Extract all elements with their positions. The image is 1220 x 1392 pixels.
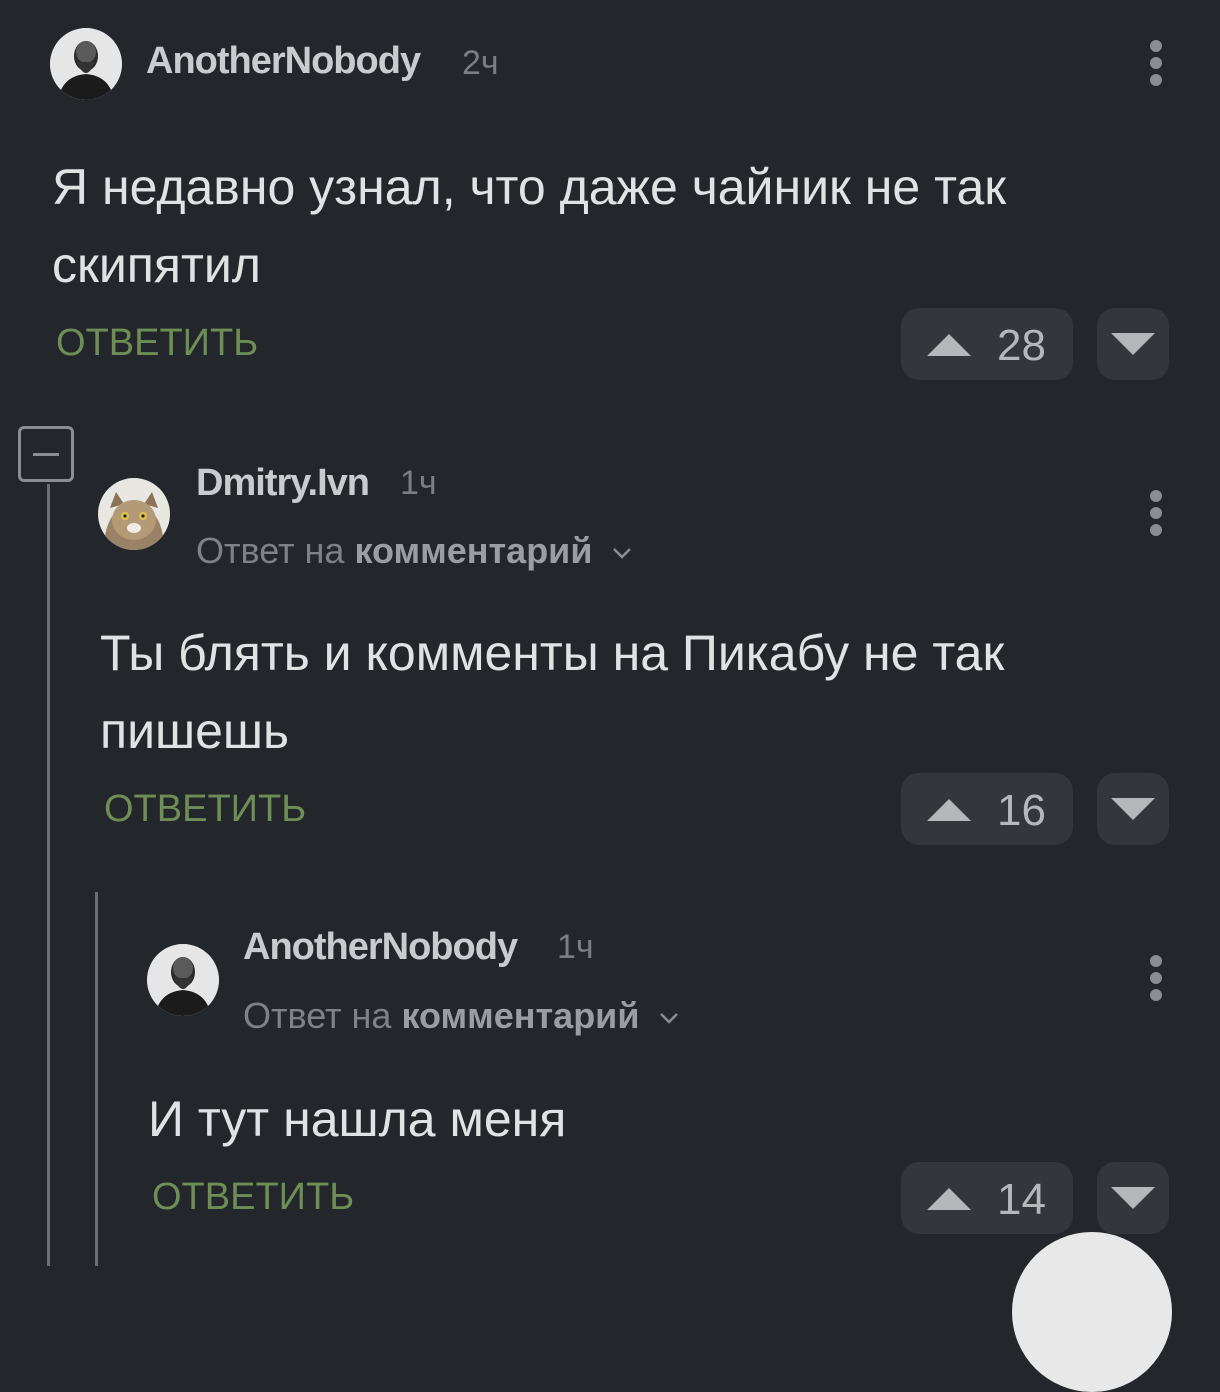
comment-text: Ты блять и комменты на Пикабу не так пиш… — [100, 625, 1005, 759]
triangle-up-icon — [927, 1188, 971, 1210]
reply-button[interactable]: ОТВЕТИТЬ — [56, 322, 258, 365]
bald-man-avatar-icon — [147, 944, 219, 1016]
reply-to-comment-link[interactable]: комментарий — [401, 995, 639, 1036]
floating-action-button[interactable] — [1012, 1232, 1172, 1392]
upvote-button[interactable]: 28 — [901, 308, 1073, 380]
triangle-up-icon — [927, 334, 971, 356]
comment-time: 1ч — [557, 928, 594, 966]
reply-to-prefix: Ответ на — [196, 530, 345, 571]
chevron-down-icon — [613, 548, 632, 560]
reply-to-prefix: Ответ на — [243, 995, 392, 1036]
comment-time: 1ч — [400, 464, 437, 502]
vote-count: 14 — [997, 1175, 1046, 1224]
triangle-down-icon — [1111, 798, 1155, 820]
minus-icon — [33, 453, 59, 456]
cat-avatar-icon — [98, 478, 170, 550]
triangle-down-icon — [1111, 1187, 1155, 1209]
reply-button[interactable]: ОТВЕТИТЬ — [152, 1176, 354, 1219]
comment-text: Я недавно узнал, что даже чайник не так … — [52, 159, 1007, 293]
downvote-button[interactable] — [1097, 308, 1169, 380]
more-options-icon[interactable] — [1150, 955, 1164, 1001]
comment-author[interactable]: AnotherNobody — [146, 40, 421, 83]
collapse-thread-button[interactable] — [18, 426, 74, 482]
avatar[interactable] — [98, 478, 170, 550]
upvote-button[interactable]: 14 — [901, 1162, 1073, 1234]
vote-count: 28 — [997, 321, 1046, 370]
comment-author[interactable]: Dmitry.Ivn — [196, 462, 370, 505]
triangle-up-icon — [927, 799, 971, 821]
downvote-button[interactable] — [1097, 1162, 1169, 1234]
more-options-icon[interactable] — [1150, 40, 1164, 86]
downvote-button[interactable] — [1097, 773, 1169, 845]
reply-button[interactable]: ОТВЕТИТЬ — [104, 788, 306, 831]
thread-line[interactable] — [47, 484, 50, 1266]
comment-time: 2ч — [462, 44, 499, 82]
avatar[interactable] — [147, 944, 219, 1016]
reply-to-link[interactable]: Ответ на комментарий — [243, 995, 679, 1037]
upvote-button[interactable]: 16 — [901, 773, 1073, 845]
avatar[interactable] — [50, 28, 122, 100]
vote-count: 16 — [997, 786, 1046, 835]
chevron-down-icon — [660, 1013, 679, 1025]
bald-man-avatar-icon — [50, 28, 122, 100]
comment-text: И тут нашла меня — [148, 1091, 567, 1147]
thread-line[interactable] — [95, 892, 98, 1266]
reply-to-link[interactable]: Ответ на комментарий — [196, 530, 632, 572]
triangle-down-icon — [1111, 333, 1155, 355]
more-options-icon[interactable] — [1150, 490, 1164, 536]
reply-to-comment-link[interactable]: комментарий — [354, 530, 592, 571]
comment-author[interactable]: AnotherNobody — [243, 926, 518, 969]
